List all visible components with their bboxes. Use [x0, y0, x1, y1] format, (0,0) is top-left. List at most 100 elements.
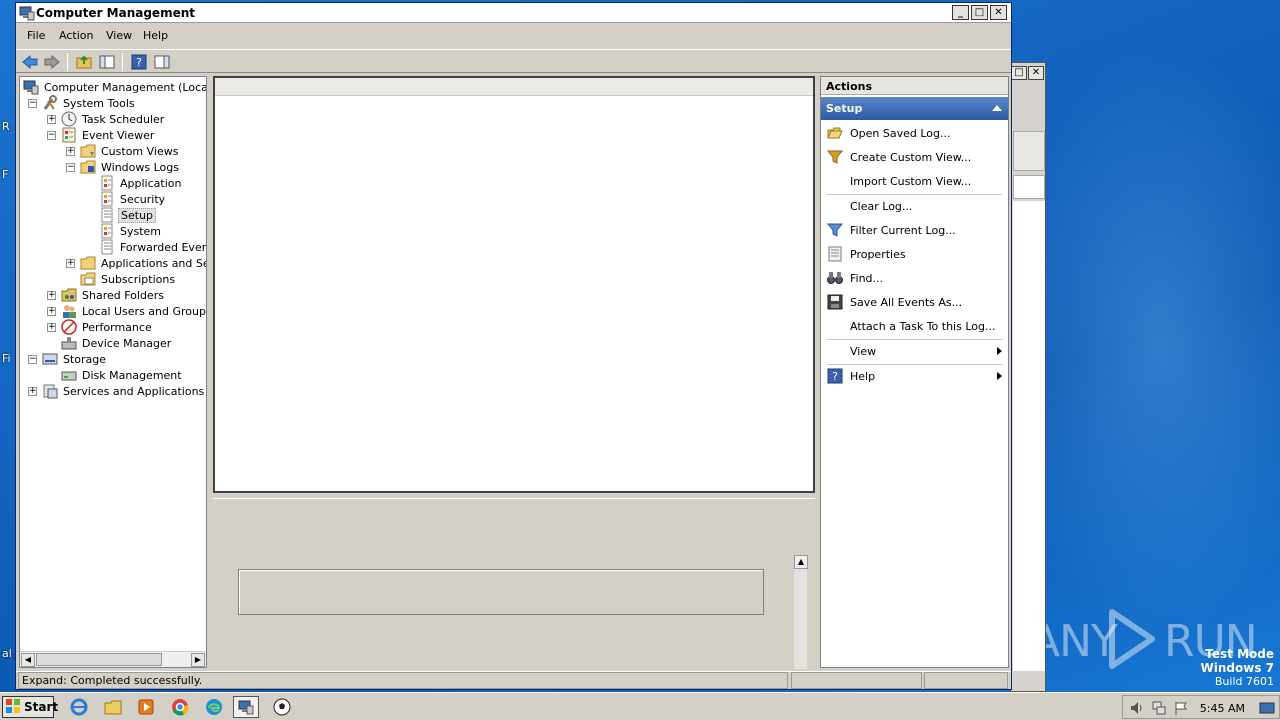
- tree-item-windows-logs[interactable]: Windows Logs: [80, 159, 181, 175]
- action-filter-current-log[interactable]: Filter Current Log...: [821, 219, 1008, 241]
- up-folder-icon[interactable]: [75, 53, 93, 71]
- soccer-ball-icon[interactable]: [269, 696, 295, 718]
- tree-item-security[interactable]: Security: [99, 191, 167, 207]
- show-hide-tree-icon[interactable]: [98, 53, 116, 71]
- desktop-icon-fragment[interactable]: F: [2, 168, 8, 181]
- action-help[interactable]: ? Help: [821, 365, 1008, 387]
- collapse-toggle[interactable]: −: [28, 355, 37, 364]
- menu-view[interactable]: View: [106, 29, 132, 42]
- tree-item-label: Custom Views: [101, 144, 179, 158]
- action-open-saved-log[interactable]: Open Saved Log...: [821, 122, 1008, 144]
- scroll-right-button[interactable]: ▶: [191, 653, 205, 667]
- expand-toggle[interactable]: +: [66, 147, 75, 156]
- show-desktop-icon[interactable]: [1259, 700, 1275, 719]
- action-view[interactable]: View: [821, 340, 1008, 362]
- expand-toggle[interactable]: +: [28, 387, 37, 396]
- tree-item-label: Applications and Servi: [101, 256, 206, 270]
- tree-item-local-users-and-groups[interactable]: Local Users and Groups: [61, 303, 206, 319]
- file-explorer-icon[interactable]: [100, 696, 126, 718]
- tree-item-label: Setup: [118, 207, 157, 223]
- close-button[interactable]: ✕: [990, 5, 1007, 20]
- tree-item-event-viewer[interactable]: Event Viewer: [61, 127, 156, 143]
- subscriptions-icon: [80, 271, 96, 287]
- action-label: Open Saved Log...: [850, 126, 951, 140]
- tree-item-services-and-applications[interactable]: Services and Applications: [42, 383, 206, 399]
- internet-explorer-icon[interactable]: [66, 696, 92, 718]
- action-label: Save All Events As...: [850, 295, 963, 309]
- tree-item-computer-management[interactable]: Computer Management (Local): [23, 79, 206, 95]
- edge-icon[interactable]: [201, 696, 227, 718]
- action-properties[interactable]: Properties: [821, 243, 1008, 265]
- event-list-header[interactable]: [215, 78, 813, 96]
- tree-item-system-tools[interactable]: System Tools: [42, 95, 137, 111]
- network-icon[interactable]: [1151, 700, 1167, 719]
- tree-item-forwarded-events[interactable]: Forwarded Events: [99, 239, 206, 255]
- action-clear-log[interactable]: Clear Log...: [821, 195, 1008, 217]
- tree-item-label: Application: [120, 176, 182, 190]
- test-mode-notice: Test Mode Windows 7 Build 7601: [1201, 647, 1274, 689]
- binoculars-icon: [827, 270, 843, 286]
- expand-toggle[interactable]: +: [47, 115, 56, 124]
- action-find[interactable]: Find...: [821, 267, 1008, 289]
- expand-toggle[interactable]: +: [47, 323, 56, 332]
- collapse-toggle[interactable]: −: [47, 131, 56, 140]
- tree-item-application[interactable]: Application: [99, 175, 183, 191]
- title-bar[interactable]: Computer Management _ □ ✕: [16, 3, 1011, 23]
- menu-file[interactable]: File: [27, 29, 45, 42]
- tree-item-setup[interactable]: Setup: [99, 207, 157, 223]
- show-hide-action-pane-icon[interactable]: [153, 53, 171, 71]
- background-window[interactable]: □ ✕: [1010, 62, 1046, 692]
- tree-item-system[interactable]: System: [99, 223, 163, 239]
- collapse-toggle[interactable]: −: [66, 163, 75, 172]
- desktop-icon-fragment[interactable]: al: [2, 647, 12, 660]
- collapse-toggle[interactable]: −: [28, 99, 37, 108]
- back-arrow-icon[interactable]: [21, 53, 39, 71]
- maximize-button[interactable]: □: [971, 5, 988, 20]
- scroll-left-button[interactable]: ◀: [21, 653, 35, 667]
- actions-section-setup[interactable]: Setup: [821, 97, 1008, 120]
- preview-vertical-scrollbar[interactable]: ▲: [793, 555, 808, 669]
- tree-item-device-manager[interactable]: Device Manager: [61, 335, 173, 351]
- action-save-all-events-as[interactable]: Save All Events As...: [821, 291, 1008, 313]
- tree-item-storage[interactable]: Storage: [42, 351, 108, 367]
- start-button[interactable]: Start: [2, 696, 58, 718]
- minimize-button[interactable]: _: [952, 5, 969, 20]
- scroll-up-button[interactable]: ▲: [794, 555, 808, 569]
- tree-item-performance[interactable]: Performance: [61, 319, 154, 335]
- background-window-maximize-button[interactable]: □: [1011, 66, 1027, 80]
- folder-icon: [80, 143, 96, 159]
- expand-toggle[interactable]: +: [66, 259, 75, 268]
- play-triangle-icon: [1109, 609, 1155, 669]
- collapse-caret-icon[interactable]: [992, 105, 1002, 111]
- clock[interactable]: 5:45 AM: [1200, 702, 1245, 715]
- help-icon[interactable]: ?: [130, 53, 148, 71]
- tree-item-applications-and-services[interactable]: Applications and Servi: [80, 255, 206, 271]
- submenu-arrow-icon: [997, 372, 1002, 380]
- desktop-icon-fragment[interactable]: R: [2, 120, 10, 133]
- action-attach-task[interactable]: Attach a Task To this Log...: [821, 315, 1008, 337]
- event-list[interactable]: [213, 76, 815, 493]
- tree-item-shared-folders[interactable]: Shared Folders: [61, 287, 166, 303]
- forward-arrow-icon[interactable]: [43, 53, 61, 71]
- tree-item-subscriptions[interactable]: Subscriptions: [80, 271, 177, 287]
- tree-item-label: Device Manager: [82, 336, 172, 350]
- menu-action[interactable]: Action: [59, 29, 93, 42]
- desktop-icon-fragment[interactable]: Fi: [2, 352, 11, 365]
- expand-toggle[interactable]: +: [47, 307, 56, 316]
- scroll-thumb[interactable]: [36, 653, 162, 666]
- expand-toggle[interactable]: +: [47, 291, 56, 300]
- computer-management-taskbar-icon[interactable]: [233, 696, 259, 718]
- tree-item-disk-management[interactable]: Disk Management: [61, 367, 184, 383]
- tree-horizontal-scrollbar[interactable]: ◀ ▶: [20, 651, 206, 667]
- action-center-flag-icon[interactable]: [1173, 700, 1189, 719]
- action-create-custom-view[interactable]: Create Custom View...: [821, 146, 1008, 168]
- media-player-icon[interactable]: [133, 696, 159, 718]
- chrome-icon[interactable]: [167, 696, 193, 718]
- results-pane: ▲: [213, 76, 815, 669]
- menu-help[interactable]: Help: [143, 29, 168, 42]
- action-import-custom-view[interactable]: Import Custom View...: [821, 170, 1008, 192]
- tree-item-task-scheduler[interactable]: Task Scheduler: [61, 111, 166, 127]
- background-window-close-button[interactable]: ✕: [1028, 66, 1044, 80]
- tree-item-custom-views[interactable]: Custom Views: [80, 143, 180, 159]
- volume-icon[interactable]: [1129, 700, 1145, 719]
